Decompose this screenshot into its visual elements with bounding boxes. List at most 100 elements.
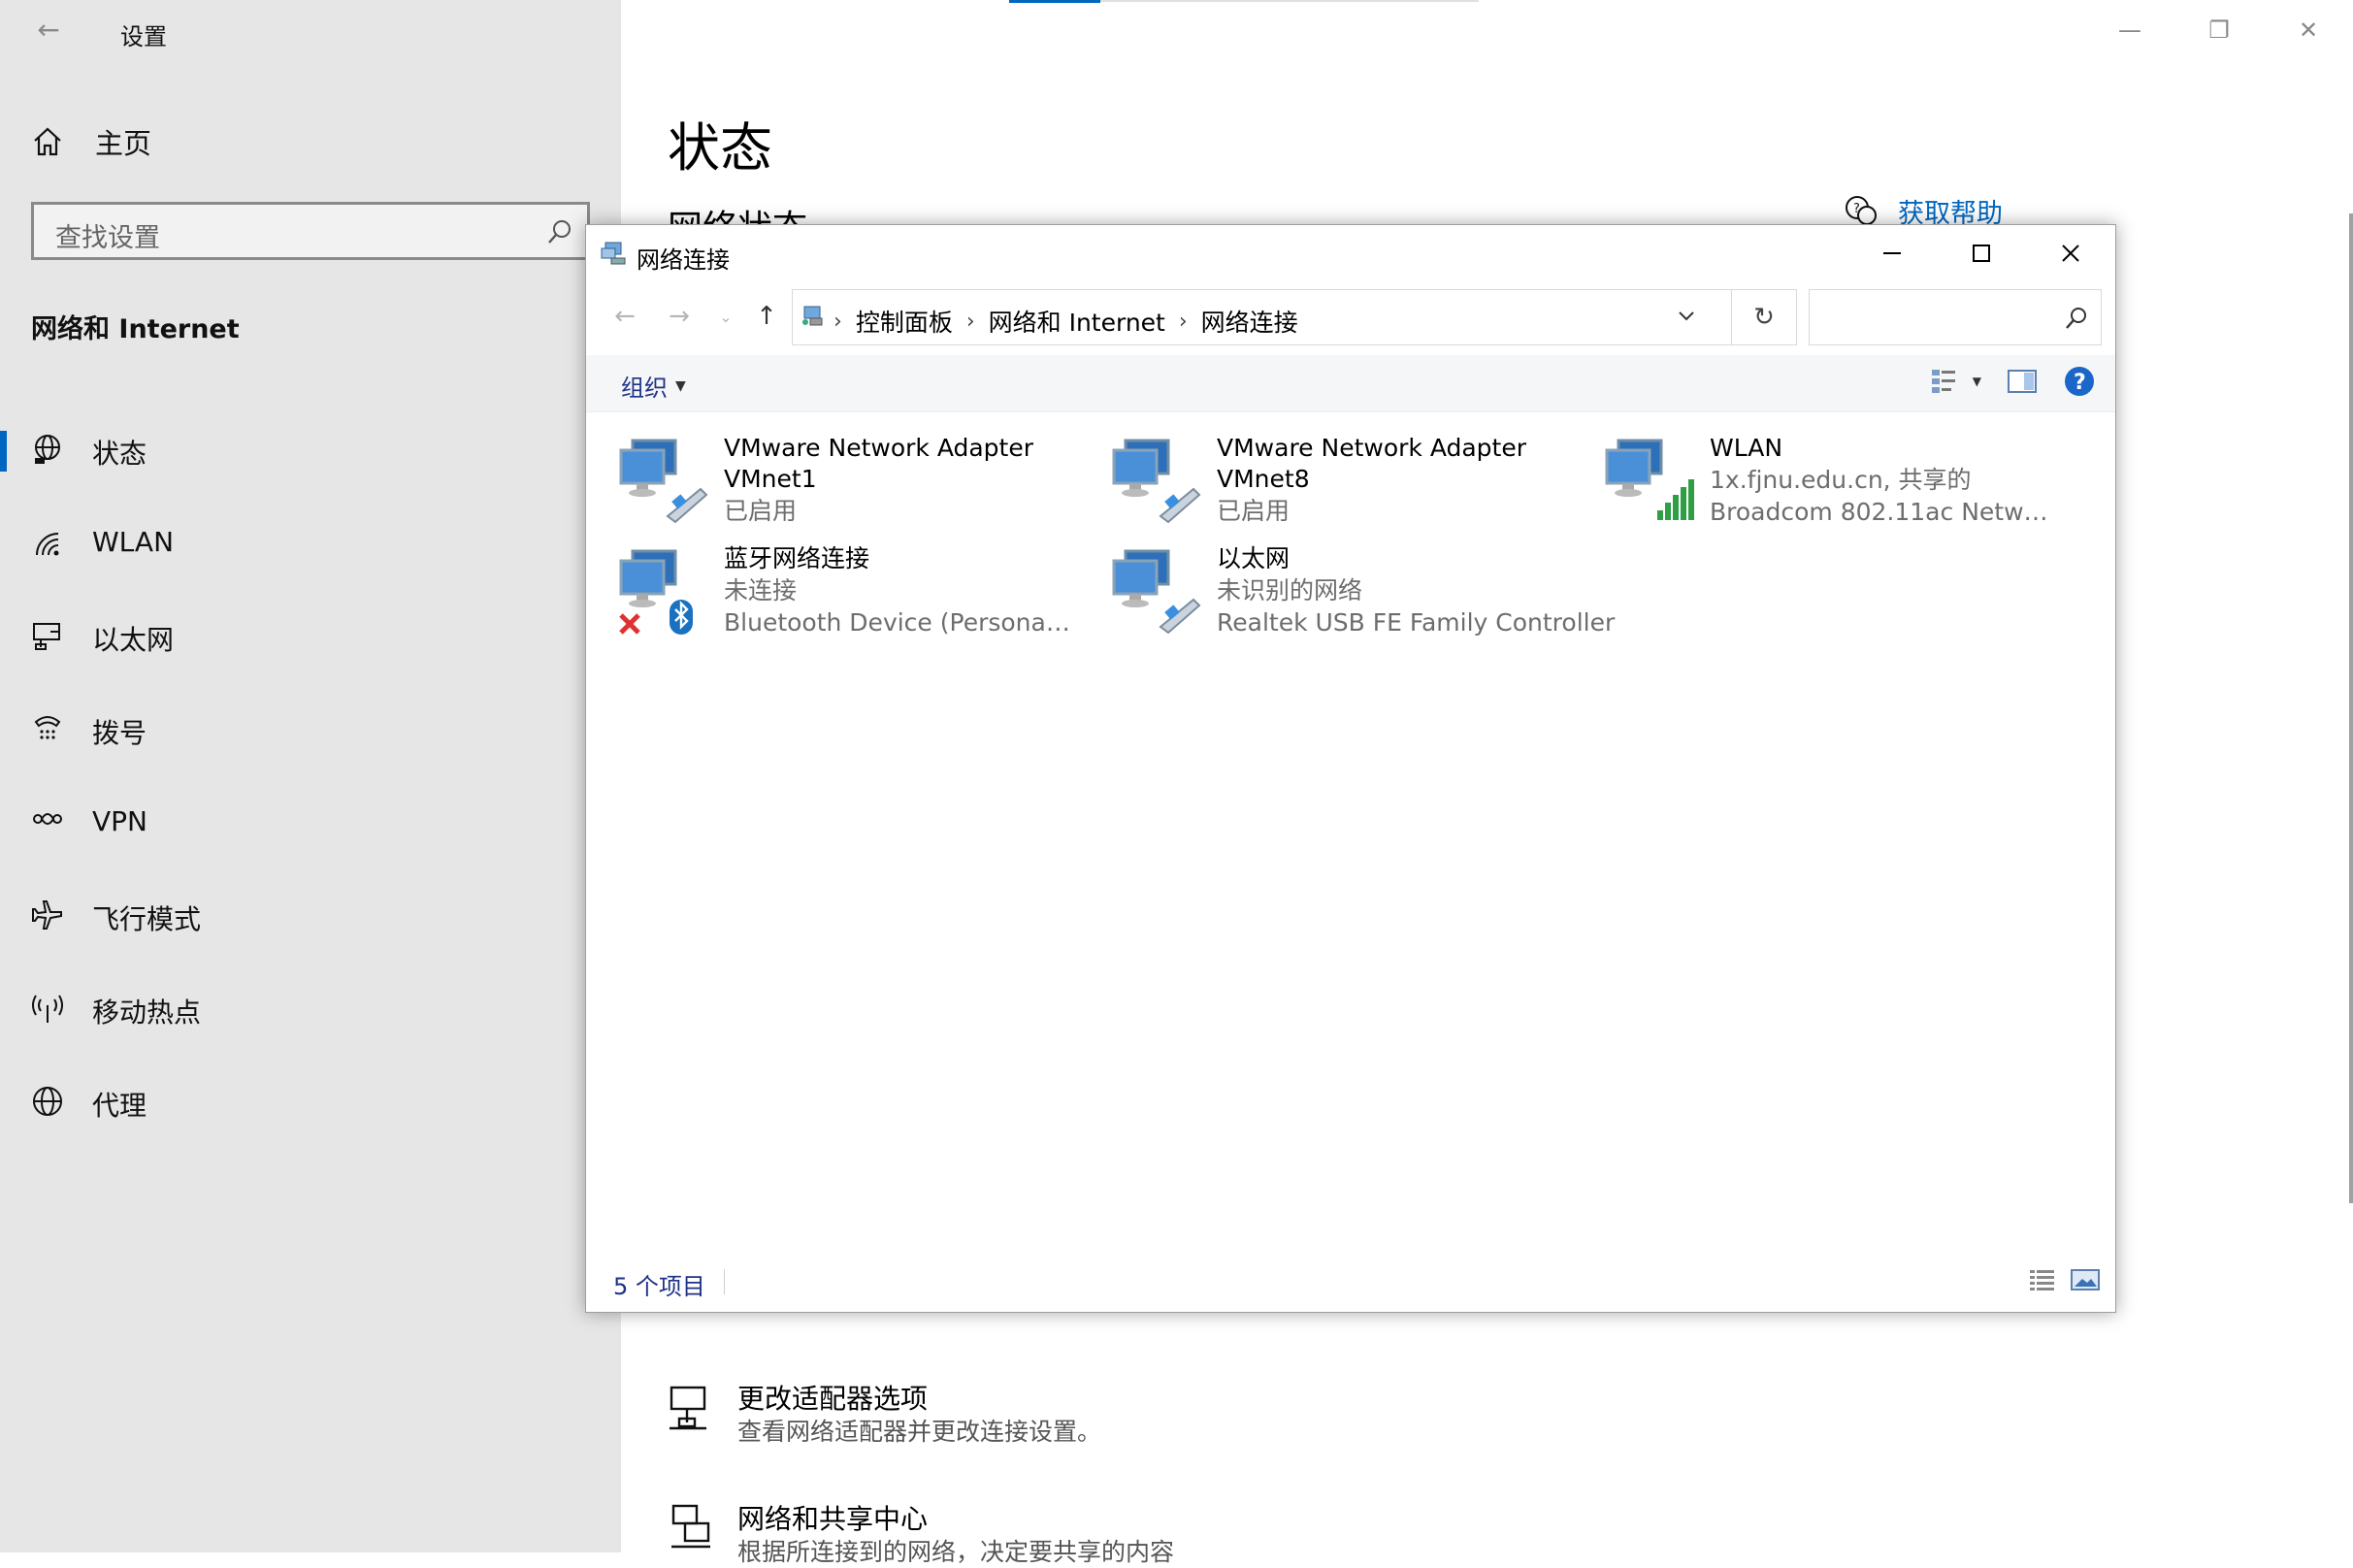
change-view-button[interactable]: ▼ xyxy=(1930,367,1981,396)
nav-item-dialup[interactable]: 拨号 xyxy=(0,683,621,776)
connection-name: VMware Network Adapter xyxy=(1217,434,1527,462)
globe-icon xyxy=(33,1087,62,1116)
breadcrumb-control-panel[interactable]: 控制面板 xyxy=(856,304,953,339)
details-view-button[interactable] xyxy=(2028,1267,2057,1296)
connection-name-line2: VMnet8 xyxy=(1217,465,1310,493)
settings-search-input[interactable]: 查找设置 xyxy=(31,202,590,260)
restore-icon[interactable]: ❐ xyxy=(2174,0,2264,60)
breadcrumb: › 控制面板 › 网络和 Internet › 网络连接 xyxy=(833,304,1298,339)
section-title: 网络和 Internet xyxy=(31,314,240,344)
nav-item-mobile-hotspot[interactable]: 移动热点 xyxy=(0,963,621,1056)
forward-icon[interactable]: → xyxy=(662,299,697,334)
connection-ethernet[interactable]: 以太网 未识别的网络 Realtek USB FE Family Control… xyxy=(1079,538,1622,644)
view-toggle-group xyxy=(2014,1267,2100,1296)
breadcrumb-separator-icon: › xyxy=(965,309,975,334)
explorer-title: 网络连接 xyxy=(637,246,730,274)
connection-status: 已启用 xyxy=(724,497,798,525)
connection-bluetooth[interactable]: 蓝牙网络连接 未连接 Bluetooth Device (Personal Ar… xyxy=(586,538,1073,644)
connection-name: 蓝牙网络连接 xyxy=(724,544,870,572)
recent-locations-chevron-icon[interactable]: ⌄ xyxy=(708,299,743,334)
connection-vmnet1[interactable]: VMware Network Adapter VMnet1 已启用 xyxy=(586,427,1071,534)
nav-label: 代理 xyxy=(92,1090,147,1122)
connection-device: Realtek USB FE Family Controller xyxy=(1217,608,1616,637)
close-icon[interactable] xyxy=(2026,225,2115,281)
nav-item-airplane-mode[interactable]: 飞行模式 xyxy=(0,869,621,963)
connection-status: 未识别的网络 xyxy=(1217,576,1363,604)
svg-text:?: ? xyxy=(1853,202,1860,216)
connection-name: WLAN xyxy=(1710,434,1783,462)
close-icon[interactable]: ✕ xyxy=(2264,0,2353,60)
status-divider xyxy=(724,1269,725,1294)
view-options-icon xyxy=(1931,370,1955,393)
item-count: 5 个项目 xyxy=(613,1273,705,1300)
connection-name: VMware Network Adapter xyxy=(724,434,1034,462)
related-desc: 查看网络适配器并更改连接设置。 xyxy=(737,1418,1102,1446)
sharing-center-icon xyxy=(671,1504,710,1549)
bluetooth-network-adapter-icon xyxy=(619,549,693,635)
nav-label: 拨号 xyxy=(92,717,147,749)
nav-item-status[interactable]: 状态 xyxy=(0,404,621,497)
home-nav-item[interactable]: 主页 xyxy=(31,122,151,161)
preview-pane-button[interactable] xyxy=(2007,368,2038,395)
connection-status: 已启用 xyxy=(1217,497,1291,525)
nav-item-proxy[interactable]: 代理 xyxy=(0,1056,621,1149)
help-button[interactable]: ? xyxy=(2063,365,2096,398)
large-icons-view-button[interactable] xyxy=(2071,1267,2100,1296)
organize-menu-button[interactable]: 组织 ▼ xyxy=(621,369,686,403)
wired-network-adapter-icon xyxy=(619,439,708,524)
related-title: 更改适配器选项 xyxy=(737,1383,929,1415)
nav-label: WLAN xyxy=(92,526,175,558)
minimize-icon[interactable] xyxy=(1847,225,1937,281)
explorer-search-box[interactable] xyxy=(1809,289,2102,345)
back-icon[interactable]: ← xyxy=(607,299,642,334)
network-connections-window: 网络连接 ← → ⌄ ↑ › 控制面板 › 网络和 Internet › 网络连… xyxy=(585,224,2116,1313)
minimize-icon[interactable]: — xyxy=(2085,0,2174,60)
breadcrumb-network-internet[interactable]: 网络和 Internet xyxy=(989,304,1165,339)
adapter-icon xyxy=(670,1386,706,1430)
details-view-icon xyxy=(2030,1270,2054,1290)
settings-scrollbar[interactable] xyxy=(2349,213,2353,1203)
up-arrow-icon[interactable]: ↑ xyxy=(749,299,784,334)
explorer-search-input[interactable] xyxy=(1817,300,2054,337)
connection-text: 蓝牙网络连接 未连接 Bluetooth Device (Personal Ar… xyxy=(724,543,1073,638)
page-title: 状态 xyxy=(668,117,772,179)
settings-sidebar: ← 设置 主页 查找设置 网络和 Internet 状态 WLAN 以太网 拨号… xyxy=(0,0,621,1552)
nav-label: 飞行模式 xyxy=(92,903,202,935)
connection-text: VMware Network Adapter VMnet1 已启用 xyxy=(724,433,1073,527)
large-icons-view-icon xyxy=(2071,1269,2100,1290)
explorer-title-bar[interactable]: 网络连接 xyxy=(586,225,2115,281)
address-dropdown-chevron-icon[interactable] xyxy=(1672,302,1701,331)
wired-network-adapter-icon xyxy=(1112,439,1201,524)
breadcrumb-separator-icon: › xyxy=(833,309,842,334)
connection-wlan[interactable]: WLAN 1x.fjnu.edu.cn, 共享的 Broadcom 802.11… xyxy=(1572,427,2059,534)
connection-device: Bluetooth Device (Personal Ar... xyxy=(724,608,1073,637)
title-line xyxy=(1100,0,1479,2)
related-title: 网络和共享中心 xyxy=(737,1503,929,1535)
caret-down-icon: ▼ xyxy=(675,377,686,394)
connection-name-line2: VMnet1 xyxy=(724,465,817,493)
explorer-window-controls xyxy=(1847,225,2115,281)
wireless-network-adapter-icon xyxy=(1605,439,1694,520)
explorer-navigation-bar: ← → ⌄ ↑ › 控制面板 › 网络和 Internet › 网络连接 ↻ xyxy=(586,285,2115,349)
command-bar: 组织 ▼ ▼ ? xyxy=(586,355,2115,412)
connections-list: VMware Network Adapter VMnet1 已启用 VMware… xyxy=(586,417,2115,1252)
breadcrumb-network-connections[interactable]: 网络连接 xyxy=(1201,304,1298,339)
address-bar[interactable]: › 控制面板 › 网络和 Internet › 网络连接 ↻ xyxy=(792,289,1797,345)
vpn-icon xyxy=(33,813,62,825)
caret-down-icon: ▼ xyxy=(1972,375,1981,388)
app-title: 设置 xyxy=(120,23,167,50)
nav-label: VPN xyxy=(92,805,147,837)
home-label: 主页 xyxy=(95,127,152,160)
control-panel-icon xyxy=(802,306,823,326)
connection-vmnet8[interactable]: VMware Network Adapter VMnet8 已启用 xyxy=(1079,427,1564,534)
nav-item-wlan[interactable]: WLAN xyxy=(0,497,621,590)
nav-label: 移动热点 xyxy=(92,996,202,1029)
connection-name: 以太网 xyxy=(1217,544,1291,572)
nav-item-vpn[interactable]: VPN xyxy=(0,776,621,869)
refresh-icon[interactable]: ↻ xyxy=(1731,290,1796,344)
preview-pane-icon xyxy=(2008,370,2037,393)
nav-item-ethernet[interactable]: 以太网 xyxy=(0,590,621,683)
back-arrow-icon[interactable]: ← xyxy=(31,16,66,45)
explorer-status-bar: 5 个项目 xyxy=(586,1254,2115,1312)
maximize-icon[interactable] xyxy=(1937,225,2026,281)
